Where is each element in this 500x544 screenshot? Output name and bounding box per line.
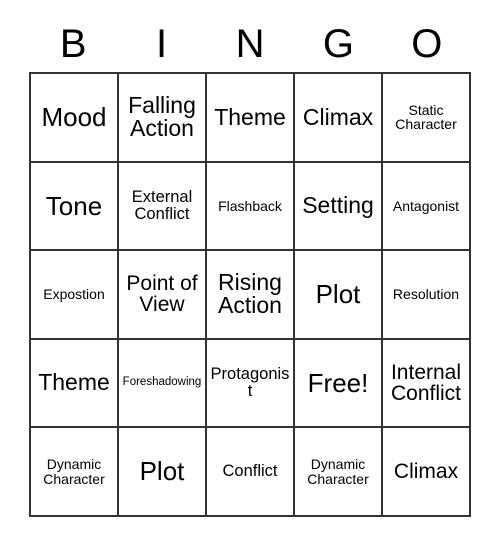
bingo-cell-label: Tone — [45, 190, 103, 221]
bingo-cell-label: Plot — [139, 456, 185, 487]
bingo-cell[interactable]: Dynamic Character — [295, 428, 383, 517]
bingo-cell[interactable]: Theme — [31, 339, 119, 429]
bingo-cell-label: Conflict — [222, 462, 278, 481]
bingo-cell[interactable]: Conflict — [207, 428, 295, 517]
bingo-card: B I N G O Mood Falling Action Theme Climax Stati… — [29, 16, 471, 517]
bingo-header-letter-4: O — [411, 22, 443, 66]
bingo-cell[interactable]: Free! — [295, 339, 383, 429]
bingo-cell[interactable]: Antagonist — [383, 162, 471, 252]
bingo-cell-label: External Conflict — [131, 188, 193, 223]
bingo-cell-label: Mood — [41, 102, 107, 133]
bingo-header-letter-2: N — [235, 22, 265, 66]
bingo-cell[interactable]: Resolution — [383, 251, 471, 340]
bingo-cell-label: Resolution — [392, 286, 460, 303]
bingo-cell[interactable]: Rising Action — [207, 251, 295, 340]
bingo-cell-label: Climax — [302, 103, 374, 130]
bingo-cell-label: Plot — [315, 279, 361, 310]
bingo-cell-label: Climax — [393, 459, 459, 483]
bingo-header-row: BINGO — [29, 16, 471, 72]
bingo-cell[interactable]: Dynamic Character — [31, 428, 119, 517]
bingo-cell-label: Flashback — [218, 197, 282, 214]
bingo-cell-label: Theme — [214, 103, 286, 130]
bingo-cell[interactable]: Climax — [383, 428, 471, 517]
bingo-cell[interactable]: Climax — [295, 74, 383, 163]
bingo-cell[interactable]: Tone — [31, 162, 119, 252]
bingo-row: Dynamic Character Plot Conflict Dynamic Cha… — [31, 428, 471, 517]
bingo-cell-label: Point of View — [126, 272, 198, 317]
bingo-cell[interactable]: Foreshadowing — [119, 339, 207, 429]
bingo-cell-label: Internal Conflict — [390, 360, 462, 406]
bingo-cell[interactable]: Plot — [119, 428, 207, 517]
bingo-cell[interactable]: Falling Action — [119, 74, 207, 163]
bingo-cell[interactable]: Plot — [295, 251, 383, 340]
bingo-cell-label: Expostion — [43, 286, 105, 303]
bingo-cell-label: Rising Action — [218, 269, 282, 319]
bingo-cell-label: Falling Action — [128, 91, 196, 142]
bingo-cell-label: Free! — [307, 367, 369, 398]
bingo-row: Expostion Point of View Rising Action Plot R… — [31, 251, 471, 340]
bingo-header-letter-0: B — [59, 22, 87, 66]
bingo-cell[interactable]: Theme — [207, 74, 295, 163]
bingo-cell[interactable]: External Conflict — [119, 162, 207, 252]
bingo-cell[interactable]: Static Character — [383, 74, 471, 163]
bingo-cell-label: Dynamic Character — [43, 456, 105, 487]
bingo-row: Tone External Conflict Flashback Setting Ant… — [31, 162, 471, 252]
bingo-cell[interactable]: Internal Conflict — [383, 339, 471, 429]
bingo-grid: Mood Falling Action Theme Climax Static Char… — [29, 72, 471, 517]
bingo-cell[interactable]: Flashback — [207, 162, 295, 252]
bingo-cell[interactable]: Mood — [31, 74, 119, 163]
bingo-cell[interactable]: Protagonist — [207, 339, 295, 429]
bingo-cell-label: Antagonist — [392, 197, 460, 214]
bingo-cell-label: Dynamic Character — [307, 456, 369, 487]
bingo-header-letter-1: I — [156, 22, 168, 66]
bingo-cell-label: Protagonist — [210, 365, 290, 401]
bingo-cell[interactable]: Setting — [295, 162, 383, 252]
bingo-header-letter-3: G — [322, 22, 354, 66]
bingo-cell-label: Static Character — [395, 102, 457, 133]
bingo-row: Theme Foreshadowing Protagonist Free! Intern… — [31, 339, 471, 429]
bingo-cell[interactable]: Expostion — [31, 251, 119, 340]
bingo-cell-label: Foreshadowing — [122, 376, 202, 389]
bingo-cell-label: Setting — [302, 192, 374, 219]
bingo-cell-label: Theme — [38, 369, 110, 396]
bingo-row: Mood Falling Action Theme Climax Static Char… — [31, 74, 471, 163]
bingo-cell[interactable]: Point of View — [119, 251, 207, 340]
